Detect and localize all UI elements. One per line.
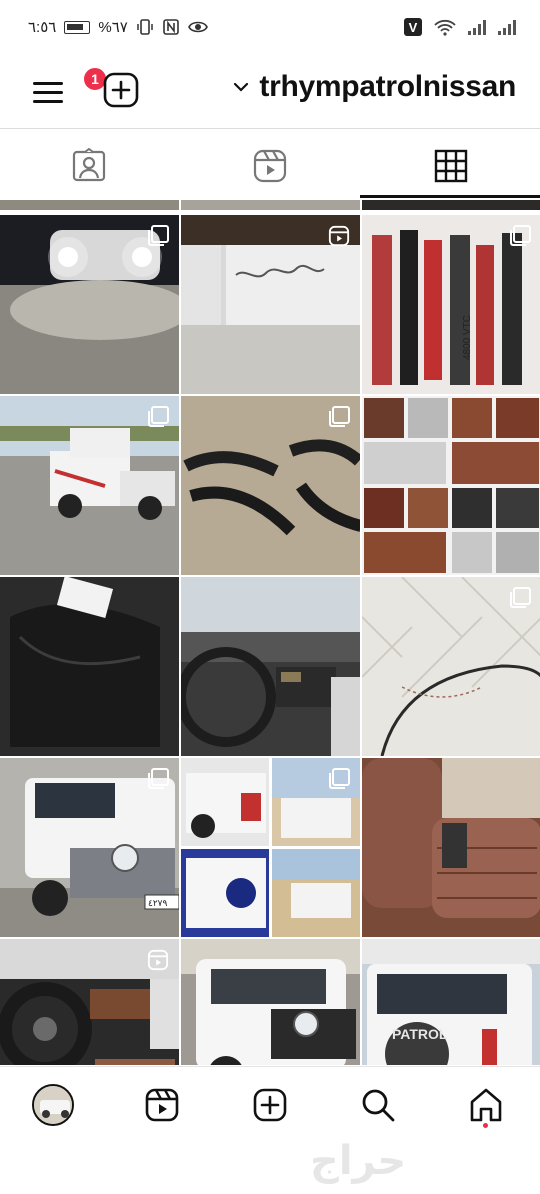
avatar bbox=[32, 1084, 74, 1126]
grid-post[interactable]: 4800 VTC bbox=[362, 215, 540, 394]
plate-text: ٤٢٧٩ bbox=[148, 898, 168, 908]
grid-post[interactable] bbox=[362, 577, 540, 756]
multi-post-icon bbox=[148, 406, 169, 427]
grid-post[interactable] bbox=[0, 939, 179, 1065]
nav-create[interactable] bbox=[248, 1083, 292, 1127]
grid-post[interactable] bbox=[181, 939, 360, 1065]
tab-reels[interactable] bbox=[252, 148, 288, 184]
search-icon bbox=[362, 1089, 395, 1122]
battery-percent: %٦٧ bbox=[98, 19, 128, 36]
grid-post[interactable] bbox=[181, 577, 360, 756]
grid-cell-partial[interactable] bbox=[181, 200, 360, 210]
multi-post-icon bbox=[148, 768, 169, 789]
grid-post[interactable] bbox=[181, 758, 360, 937]
tab-tagged[interactable] bbox=[71, 147, 107, 184]
grid-post[interactable] bbox=[181, 396, 360, 575]
grid-post[interactable]: ٤٢٧٩ bbox=[0, 758, 179, 937]
reels-icon bbox=[147, 949, 169, 971]
menu-icon-line bbox=[33, 91, 63, 94]
post-image-trim-collage bbox=[362, 396, 540, 575]
tab-grid[interactable] bbox=[433, 148, 469, 184]
menu-icon-line bbox=[33, 100, 63, 103]
multi-post-icon bbox=[510, 587, 531, 608]
nfc-icon bbox=[163, 19, 179, 35]
tagged-person-icon bbox=[72, 147, 106, 182]
multi-post-icon bbox=[510, 225, 531, 246]
grid-post[interactable] bbox=[362, 758, 540, 937]
grid-cell-partial[interactable] bbox=[362, 200, 540, 210]
menu-icon bbox=[33, 82, 63, 85]
grid-cell-partial[interactable] bbox=[0, 200, 179, 210]
grid-post[interactable] bbox=[0, 577, 179, 756]
home-icon bbox=[470, 1088, 502, 1122]
multi-post-icon bbox=[329, 406, 350, 427]
vibrate-icon bbox=[137, 19, 153, 35]
post-image-patrol-rear: PATROL bbox=[362, 939, 540, 1065]
posts-grid: 4800 VTC ٤٢٧٩ PATROL bbox=[0, 200, 540, 1065]
signal-icon bbox=[498, 19, 516, 35]
multi-post-icon bbox=[148, 225, 169, 246]
menu-button[interactable]: 1 bbox=[30, 66, 108, 108]
grid-post[interactable] bbox=[0, 396, 179, 575]
nav-search[interactable] bbox=[356, 1083, 400, 1127]
grid-post[interactable] bbox=[362, 396, 540, 575]
nav-reels[interactable] bbox=[140, 1083, 184, 1127]
home-active-dot bbox=[483, 1123, 488, 1128]
signal-icon bbox=[468, 19, 486, 35]
profile-header: 1 trhympatrolnissan bbox=[0, 60, 540, 130]
decal-text: 4800 VTC bbox=[462, 315, 473, 360]
wifi-icon bbox=[434, 19, 456, 36]
status-left: ٦:٥٦ %٦٧ bbox=[28, 18, 208, 36]
status-time: ٦:٥٦ bbox=[28, 19, 57, 36]
post-image-dashboard bbox=[181, 577, 360, 756]
grid-post[interactable] bbox=[0, 215, 179, 394]
active-tab-indicator bbox=[360, 195, 540, 198]
username: trhympatrolnissan bbox=[259, 70, 516, 103]
status-right: V bbox=[404, 18, 516, 36]
eye-icon bbox=[187, 21, 208, 33]
nav-home[interactable] bbox=[464, 1083, 508, 1127]
reels-icon bbox=[253, 149, 287, 183]
chevron-down-icon bbox=[234, 82, 249, 92]
battery-icon bbox=[64, 20, 91, 34]
nav-profile[interactable] bbox=[31, 1083, 75, 1127]
grid-icon bbox=[434, 149, 468, 183]
multi-post-icon bbox=[329, 768, 350, 789]
reels-icon bbox=[145, 1088, 179, 1122]
account-switcher[interactable]: trhympatrolnissan bbox=[233, 70, 516, 104]
reels-icon bbox=[328, 225, 350, 247]
post-image-patrol-front bbox=[181, 939, 360, 1065]
watermark: حراج bbox=[310, 1139, 407, 1183]
spare-tire-text: PATROL bbox=[392, 1026, 448, 1042]
create-post-button[interactable] bbox=[103, 72, 139, 108]
bottom-navigation bbox=[0, 1066, 540, 1142]
grid-post[interactable] bbox=[181, 215, 360, 394]
post-image-brown-seats bbox=[362, 758, 540, 937]
volte-icon: V bbox=[404, 18, 422, 36]
create-icon bbox=[253, 1088, 287, 1122]
post-image-covers bbox=[0, 577, 179, 756]
profile-tabs bbox=[0, 130, 540, 198]
header-divider bbox=[0, 128, 540, 129]
status-bar: ٦:٥٦ %٦٧ V bbox=[0, 0, 540, 60]
grid-post[interactable]: PATROL bbox=[362, 939, 540, 1065]
